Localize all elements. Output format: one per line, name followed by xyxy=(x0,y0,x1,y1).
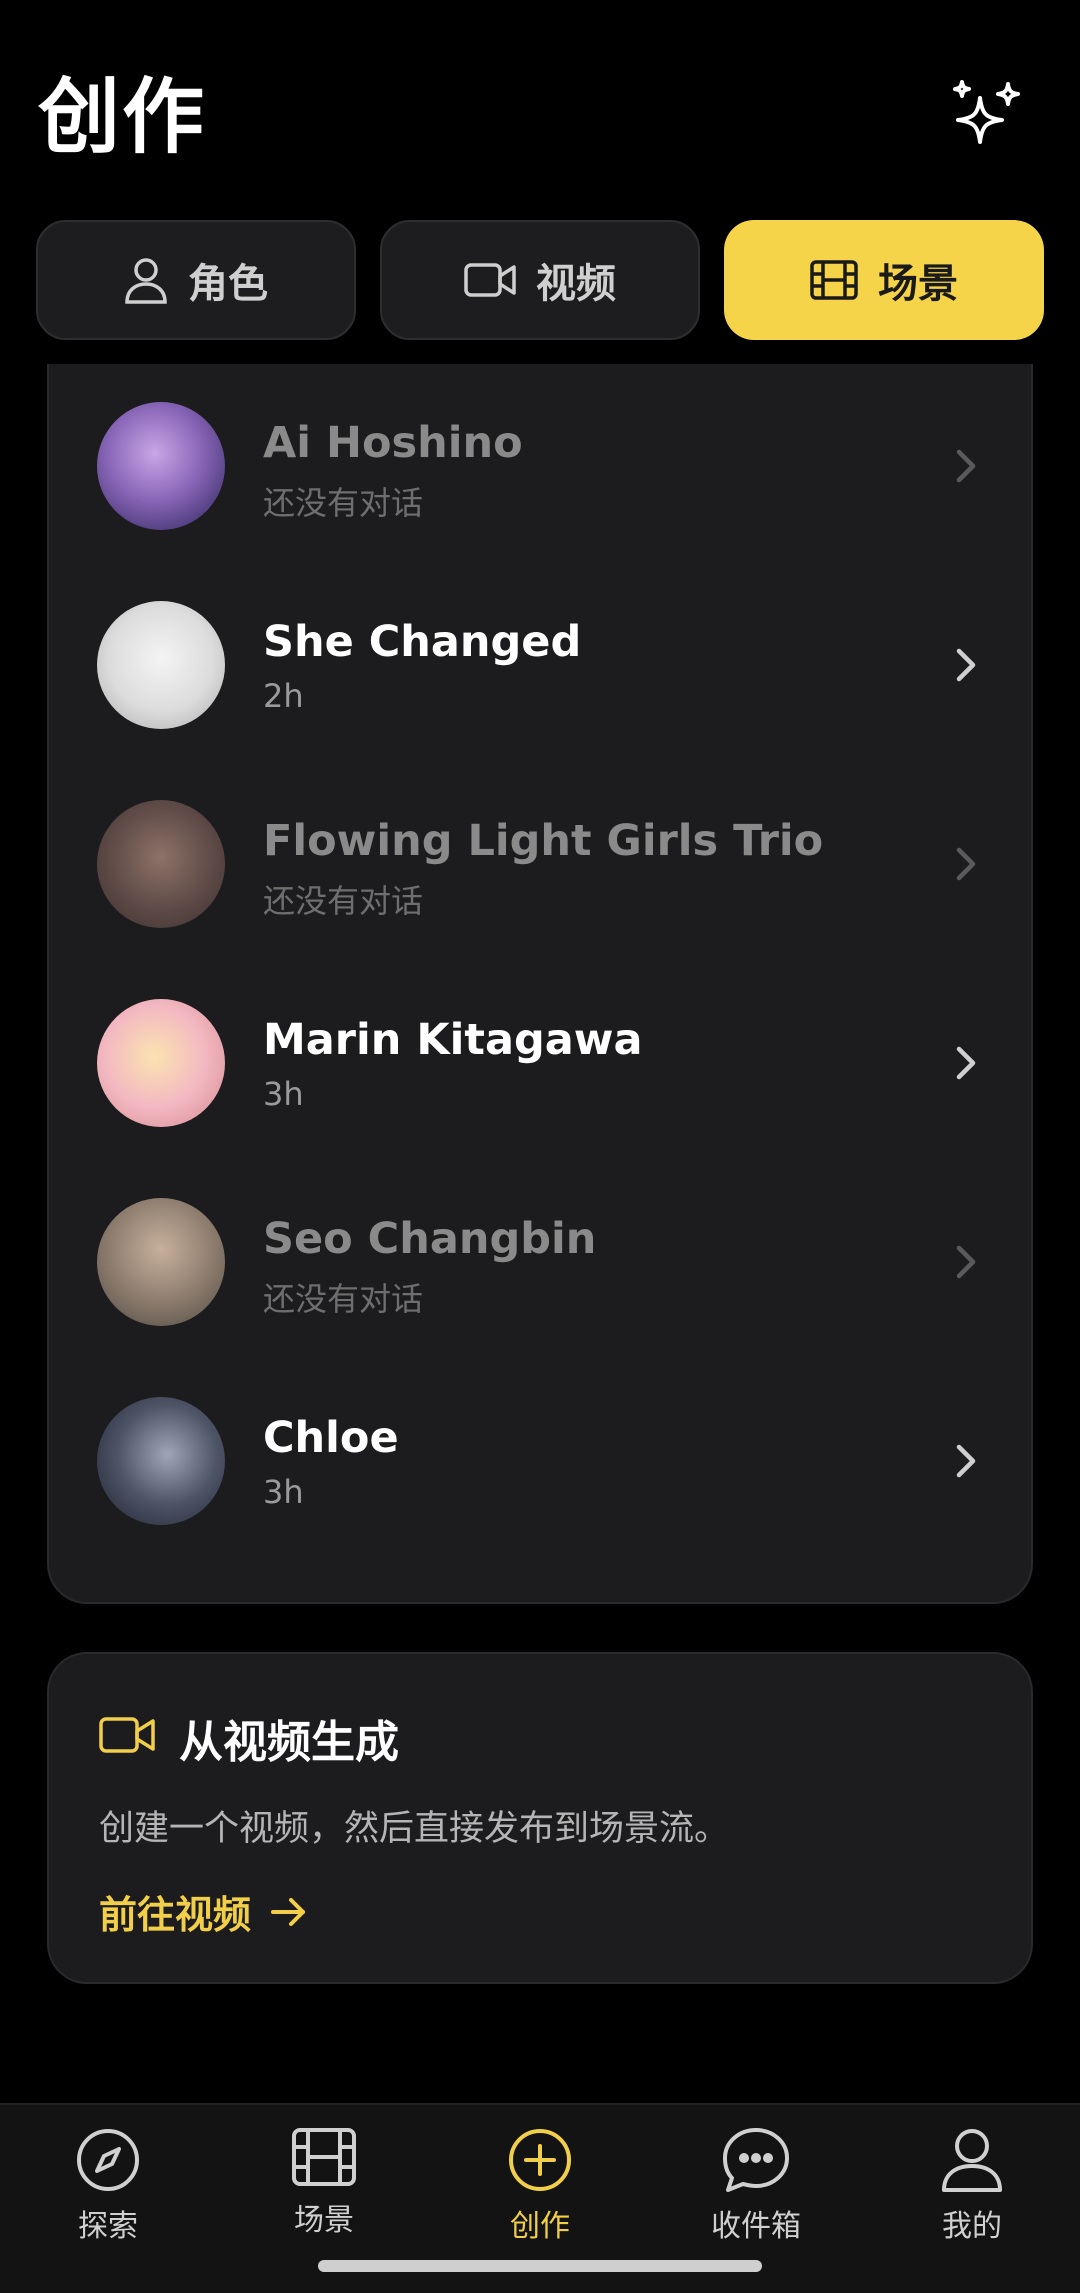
list-item[interactable]: Ai Hoshino 还没有对话 xyxy=(49,364,1035,563)
scene-time: 3h xyxy=(263,1473,304,1511)
tab-characters[interactable]: 角色 xyxy=(36,220,356,340)
scene-time: 2h xyxy=(263,677,304,715)
plus-circle-icon xyxy=(509,2129,571,2191)
list-item[interactable]: Flowing Light Girls Trio 还没有对话 xyxy=(49,762,1035,961)
list-item[interactable]: Seo Changbin 还没有对话 xyxy=(49,1160,1035,1359)
chevron-right-icon xyxy=(956,1444,976,1478)
avatar xyxy=(97,800,225,928)
page-title: 创作 xyxy=(38,70,207,165)
tab-scenes-nav-label: 场景 xyxy=(294,2203,354,2238)
tab-videos[interactable]: 视频 xyxy=(380,220,700,340)
tab-videos-label: 视频 xyxy=(536,261,616,307)
scene-name: She Changed xyxy=(263,617,582,667)
tab-profile-label: 我的 xyxy=(942,2209,1002,2244)
chevron-right-icon xyxy=(956,648,976,682)
video-camera-icon xyxy=(99,1717,155,1753)
film-strip-icon xyxy=(810,260,858,300)
scene-name: Seo Changbin xyxy=(263,1214,597,1264)
person-icon xyxy=(942,2129,1002,2192)
tab-characters-label: 角色 xyxy=(188,261,268,307)
tab-inbox[interactable]: 收件箱 xyxy=(686,2127,826,2257)
avatar xyxy=(97,402,225,530)
tab-explore[interactable]: 探索 xyxy=(38,2127,178,2257)
card-title: 从视频生成 xyxy=(179,1717,399,1768)
tab-inbox-label: 收件箱 xyxy=(711,2209,801,2244)
tab-scenes[interactable]: 场景 xyxy=(724,220,1044,340)
avatar xyxy=(97,601,225,729)
sparkle-icon[interactable] xyxy=(950,80,1026,156)
header: 创作 xyxy=(0,0,1080,210)
scene-name: Flowing Light Girls Trio xyxy=(263,816,824,866)
scene-name: Ai Hoshino xyxy=(263,418,523,468)
scene-name: Chloe xyxy=(263,1413,399,1463)
tab-scenes-nav[interactable]: 场景 xyxy=(254,2127,394,2257)
avatar xyxy=(97,999,225,1127)
list-item[interactable]: Chloe 3h xyxy=(49,1359,1035,1558)
chevron-right-icon xyxy=(956,449,976,483)
scene-status: 还没有对话 xyxy=(263,882,424,920)
tab-create[interactable]: 创作 xyxy=(470,2127,610,2257)
video-camera-icon xyxy=(464,263,516,297)
compass-icon xyxy=(77,2129,139,2191)
home-indicator[interactable] xyxy=(318,2260,762,2272)
avatar xyxy=(97,1198,225,1326)
chevron-right-icon xyxy=(956,1046,976,1080)
generate-from-video-card: 从视频生成 创建一个视频，然后直接发布到场景流。 前往视频 xyxy=(47,1652,1033,1984)
scene-list: Ai Hoshino 还没有对话 She Changed 2h Flowing … xyxy=(47,364,1033,1604)
arrow-right-icon xyxy=(271,1897,306,1926)
tab-profile[interactable]: 我的 xyxy=(902,2127,1042,2257)
scene-status: 还没有对话 xyxy=(263,1280,424,1318)
chevron-right-icon xyxy=(956,1245,976,1279)
list-item[interactable]: She Changed 2h xyxy=(49,563,1035,762)
go-to-video-label: 前往视频 xyxy=(99,1893,252,1937)
tab-scenes-label: 场景 xyxy=(878,261,958,307)
scene-name: Marin Kitagawa xyxy=(263,1015,643,1065)
go-to-video-link[interactable]: 前往视频 xyxy=(99,1884,309,1939)
person-icon xyxy=(125,258,167,304)
scene-status: 还没有对话 xyxy=(263,484,424,522)
chevron-right-icon xyxy=(956,847,976,881)
scene-time: 3h xyxy=(263,1075,304,1113)
tab-create-label: 创作 xyxy=(510,2209,570,2244)
avatar xyxy=(97,1397,225,1525)
chat-bubble-icon xyxy=(723,2128,789,2192)
film-strip-icon xyxy=(292,2128,356,2186)
list-item[interactable]: Marin Kitagawa 3h xyxy=(49,961,1035,1160)
card-description: 创建一个视频，然后直接发布到场景流。 xyxy=(99,1809,730,1849)
tab-explore-label: 探索 xyxy=(78,2209,138,2244)
